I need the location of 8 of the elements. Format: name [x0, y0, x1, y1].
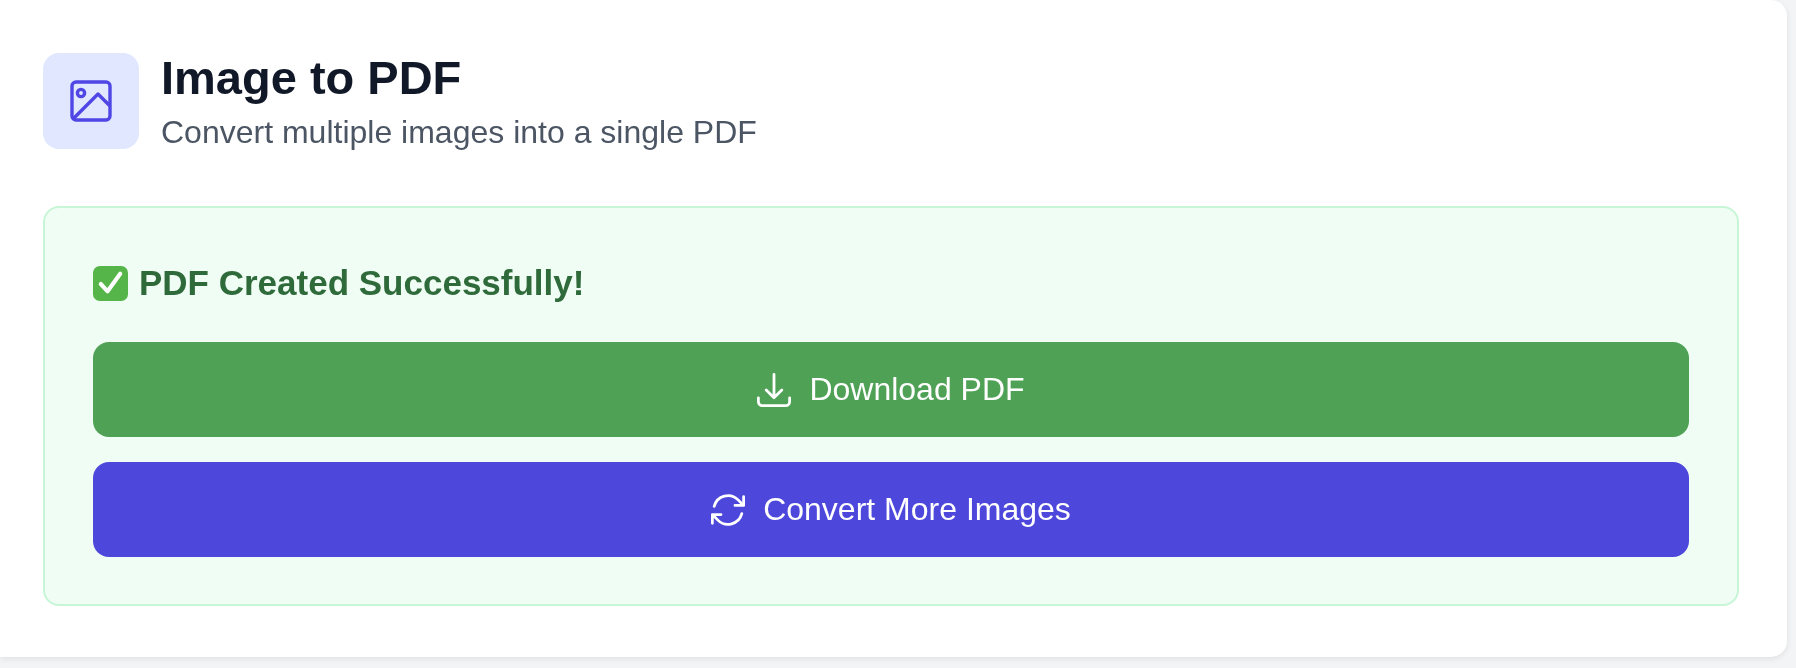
page-title: Image to PDF [161, 50, 462, 106]
refresh-icon [711, 492, 746, 527]
download-icon [757, 372, 792, 407]
page-subtitle: Convert multiple images into a single PDF [161, 113, 757, 152]
status-message: PDF Created Successfully! [139, 262, 585, 304]
image-icon [43, 53, 139, 149]
convert-more-button[interactable]: Convert More Images [93, 462, 1689, 557]
check-icon [93, 265, 128, 301]
